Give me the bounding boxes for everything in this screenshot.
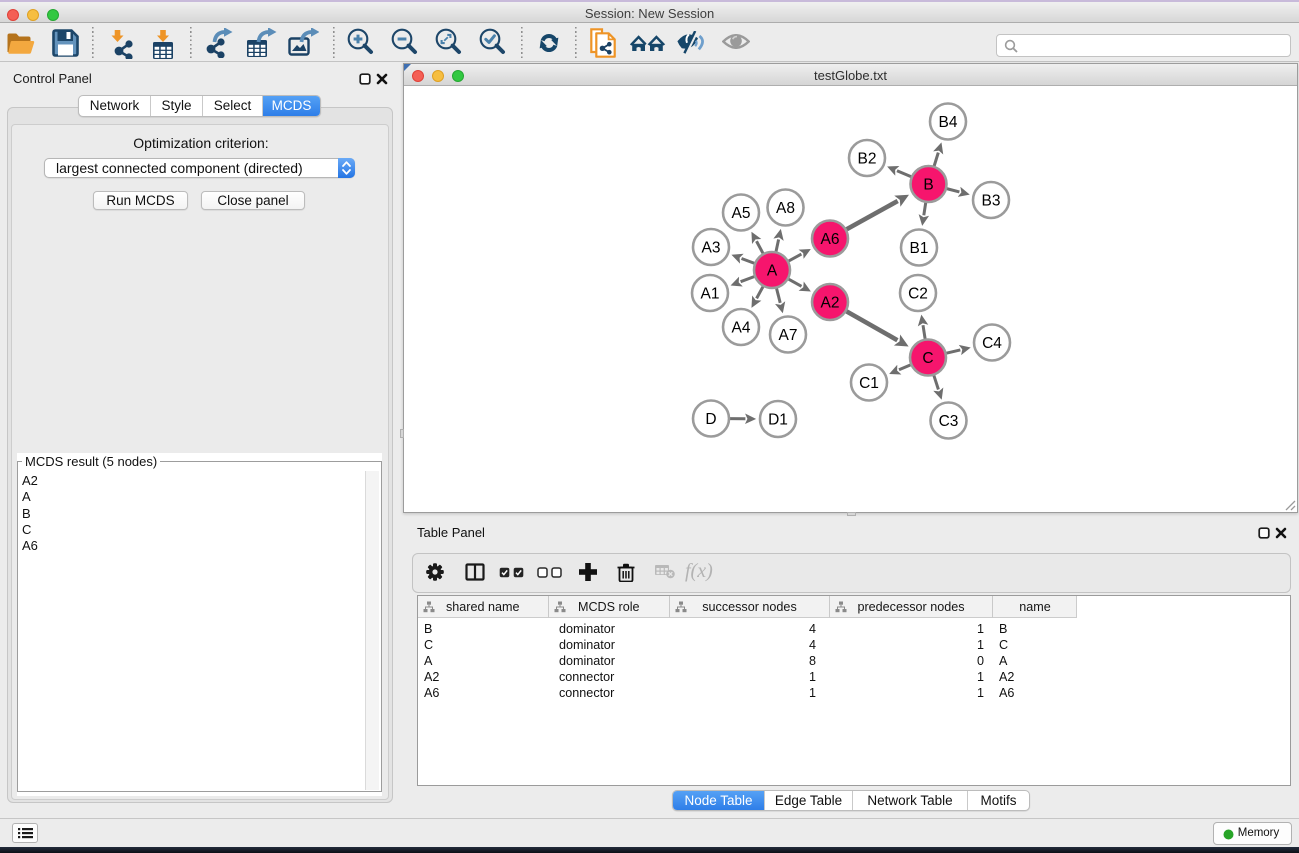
svg-text:A6: A6 (821, 231, 840, 248)
svg-text:A1: A1 (701, 286, 720, 303)
svg-text:A7: A7 (779, 327, 798, 344)
svg-text:A8: A8 (776, 200, 795, 217)
svg-text:A4: A4 (732, 320, 751, 337)
svg-text:C1: C1 (859, 375, 879, 392)
svg-text:A2: A2 (821, 295, 840, 312)
svg-text:B: B (923, 177, 933, 194)
svg-text:D: D (705, 411, 716, 428)
svg-text:D1: D1 (768, 412, 788, 429)
svg-text:A: A (767, 263, 778, 280)
svg-text:B3: B3 (982, 193, 1001, 210)
svg-text:B2: B2 (858, 151, 877, 168)
svg-text:C2: C2 (908, 286, 928, 303)
svg-text:C3: C3 (939, 413, 959, 430)
svg-text:A5: A5 (732, 205, 751, 222)
svg-text:C4: C4 (982, 335, 1002, 352)
svg-text:B1: B1 (910, 240, 929, 257)
svg-text:B4: B4 (939, 114, 958, 131)
svg-text:C: C (922, 350, 933, 367)
svg-text:A3: A3 (702, 240, 721, 257)
